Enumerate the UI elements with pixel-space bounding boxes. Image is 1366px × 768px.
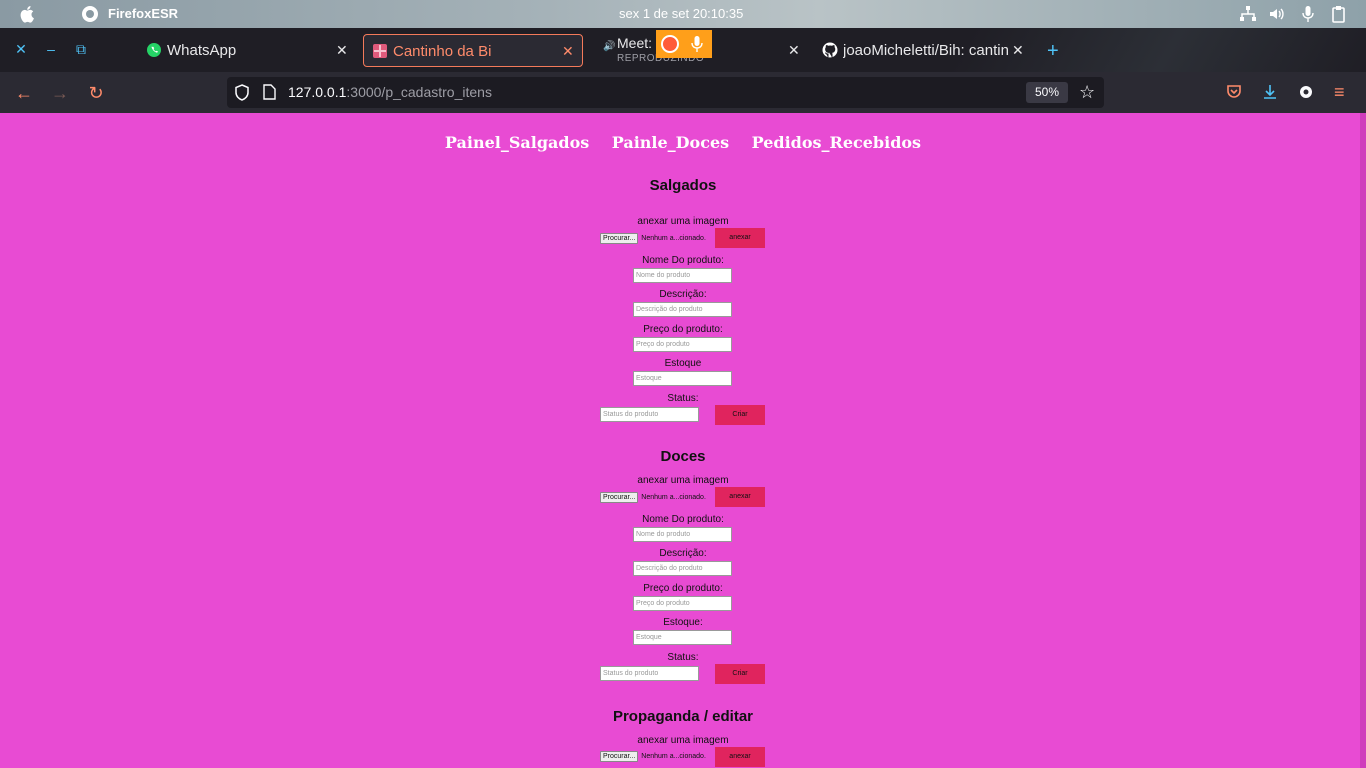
nav-link-painle-doces[interactable]: Painle_Doces	[612, 133, 729, 152]
propaganda-attach-label: anexar uma imagem	[637, 735, 729, 746]
github-icon	[822, 42, 838, 58]
propaganda-heading: Propaganda / editar	[612, 708, 754, 725]
nav-link-pedidos-recebidos[interactable]: Pedidos_Recebidos	[752, 133, 921, 152]
microphone-icon[interactable]	[1299, 5, 1317, 23]
doces-status-label: Status:	[667, 652, 699, 663]
download-icon[interactable]	[1262, 84, 1278, 100]
bookmark-star-icon[interactable]: ☆	[1079, 82, 1095, 103]
page-info-icon[interactable]	[263, 84, 276, 100]
salgados-stock-input[interactable]: Estoque	[633, 371, 732, 386]
firefox-icon	[661, 35, 679, 53]
page-scrollbar[interactable]	[1360, 113, 1366, 768]
salgados-price-label: Preço do produto:	[643, 324, 723, 335]
pocket-icon[interactable]	[1226, 84, 1242, 100]
tab-title: Cantinho da Bi	[393, 43, 492, 60]
propaganda-attach-button[interactable]: anexar	[715, 747, 765, 767]
firefox-app-icon	[82, 6, 98, 22]
doces-desc-label: Descrição:	[659, 548, 707, 559]
salgados-create-button[interactable]: Criar	[715, 405, 765, 425]
apple-icon[interactable]	[19, 5, 37, 23]
whatsapp-icon	[147, 43, 161, 57]
browse-button[interactable]: Procurar...	[600, 751, 639, 762]
gift-icon	[373, 44, 387, 58]
salgados-heading: Salgados	[649, 177, 717, 194]
salgados-price-input[interactable]: Preço do produto	[633, 337, 732, 352]
system-clock[interactable]: sex 1 de set 20:10:35	[619, 6, 743, 21]
page-content: Painel_Salgados Painle_Doces Pedidos_Rec…	[0, 113, 1366, 768]
speaker-icon[interactable]: 🔊	[603, 41, 615, 52]
new-tab-icon[interactable]: +	[1047, 40, 1059, 63]
doces-create-button[interactable]: Criar	[715, 664, 765, 684]
top-navigation: Painel_Salgados Painle_Doces Pedidos_Rec…	[0, 133, 1366, 153]
tab-whatsapp[interactable]: WhatsApp ✕	[138, 34, 356, 67]
tab-title: joaoMicheletti/Bih: cantin	[843, 42, 1009, 59]
propaganda-file-input[interactable]: Procurar... Nenhum a...cionado.	[600, 751, 706, 762]
doces-attach-button[interactable]: anexar	[715, 487, 765, 507]
salgados-stock-label: Estoque	[664, 358, 702, 369]
doces-stock-label: Estoque:	[663, 617, 703, 628]
doces-name-input[interactable]: Nome do produto	[633, 527, 732, 542]
salgados-name-input[interactable]: Nome do produto	[633, 268, 732, 283]
doces-heading: Doces	[660, 448, 706, 465]
no-file-text: Nenhum a...cionado.	[641, 753, 706, 760]
window-close-icon[interactable]: ✕	[14, 42, 28, 56]
doces-stock-input[interactable]: Estoque	[633, 630, 732, 645]
clipboard-icon[interactable]	[1330, 5, 1348, 23]
salgados-status-label: Status:	[667, 393, 699, 404]
microphone-icon	[691, 36, 703, 52]
tab-github[interactable]: joaoMicheletti/Bih: cantin ✕	[814, 34, 1032, 67]
salgados-attach-label: anexar uma imagem	[637, 216, 729, 227]
salgados-attach-button[interactable]: anexar	[715, 228, 765, 248]
window-minimize-icon[interactable]: –	[44, 42, 58, 56]
salgados-desc-label: Descrição:	[659, 289, 707, 300]
window-restore-icon[interactable]: ⧉	[74, 42, 88, 56]
volume-icon[interactable]	[1268, 5, 1286, 23]
close-icon[interactable]: ✕	[336, 42, 348, 59]
close-icon[interactable]: ✕	[1012, 42, 1024, 59]
tab-cantinho-da-bi[interactable]: Cantinho da Bi ✕	[363, 34, 583, 67]
salgados-status-input[interactable]: Status do produto	[600, 407, 699, 422]
shield-icon[interactable]	[234, 84, 250, 101]
reload-icon[interactable]: ↻	[87, 84, 105, 102]
salgados-file-input[interactable]: Procurar... Nenhum a...cionado.	[600, 233, 706, 244]
sharing-indicator[interactable]	[656, 30, 712, 58]
tab-title: WhatsApp	[167, 42, 237, 59]
menu-icon[interactable]: ≡	[1334, 82, 1345, 103]
doces-price-input[interactable]: Preço do produto	[633, 596, 732, 611]
doces-name-label: Nome Do produto:	[642, 514, 724, 525]
doces-price-label: Preço do produto:	[643, 583, 723, 594]
doces-status-input[interactable]: Status do produto	[600, 666, 699, 681]
close-icon[interactable]: ✕	[788, 42, 800, 59]
doces-file-input[interactable]: Procurar... Nenhum a...cionado.	[600, 492, 706, 503]
active-app-name[interactable]: FirefoxESR	[108, 6, 178, 21]
browse-button[interactable]: Procurar...	[600, 233, 639, 244]
url-text[interactable]: 127.0.0.1:3000/p_cadastro_itens	[288, 84, 492, 100]
no-file-text: Nenhum a...cionado.	[641, 494, 706, 501]
system-top-bar: FirefoxESR sex 1 de set 20:10:35	[0, 0, 1366, 28]
doces-desc-input[interactable]: Descrição do produto	[633, 561, 732, 576]
browse-button[interactable]: Procurar...	[600, 492, 639, 503]
forward-icon[interactable]: →	[51, 84, 69, 102]
back-icon[interactable]: ←	[15, 84, 33, 102]
nav-link-painel-salgados[interactable]: Painel_Salgados	[445, 133, 589, 152]
salgados-name-label: Nome Do produto:	[642, 255, 724, 266]
salgados-desc-input[interactable]: Descrição do produto	[633, 302, 732, 317]
no-file-text: Nenhum a...cionado.	[641, 235, 706, 242]
network-icon[interactable]	[1239, 5, 1257, 23]
extensions-icon[interactable]	[1298, 84, 1314, 100]
close-icon[interactable]: ✕	[562, 43, 574, 60]
zoom-indicator[interactable]: 50%	[1026, 82, 1068, 103]
doces-attach-label: anexar uma imagem	[637, 475, 729, 486]
